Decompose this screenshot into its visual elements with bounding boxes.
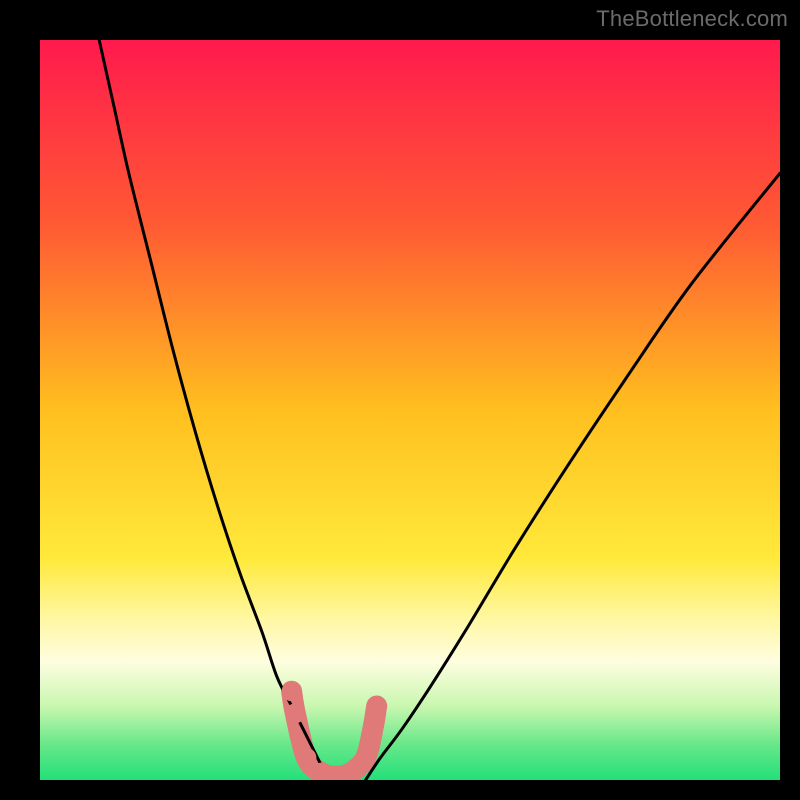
curve-left (99, 40, 328, 780)
chart-frame: TheBottleneck.com (0, 0, 800, 800)
valley-marker-dot (285, 703, 305, 723)
chart-plot-area (40, 40, 780, 780)
valley-marker-dot (282, 681, 302, 701)
valley-marker-dot (356, 748, 376, 768)
valley-marker-dot (296, 748, 316, 768)
curves-svg (40, 40, 780, 780)
valley-marker-dot (367, 696, 387, 716)
valley-marker-dot (363, 718, 383, 738)
watermark-text: TheBottleneck.com (596, 6, 788, 32)
curve-right (366, 173, 780, 780)
